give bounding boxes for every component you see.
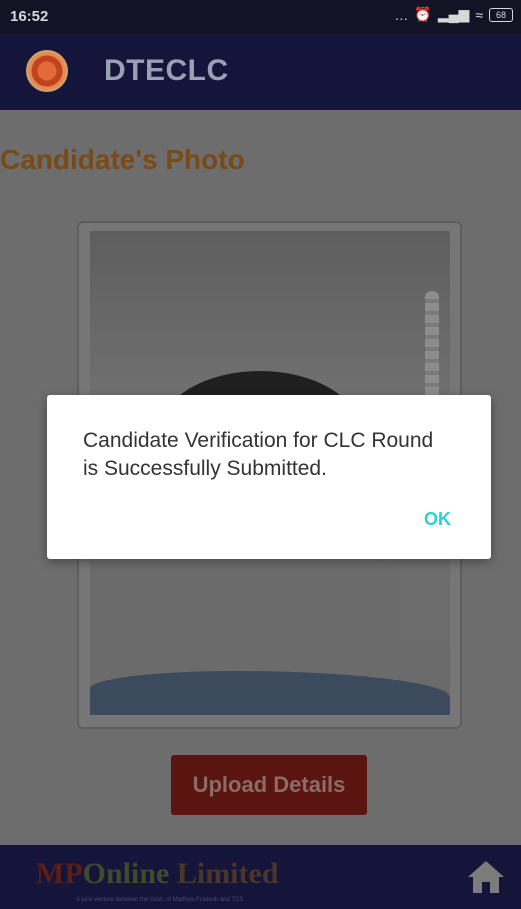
photo-detail <box>90 671 450 715</box>
app-bar: DTECLC <box>0 34 521 110</box>
status-time: 16:52 <box>10 8 49 25</box>
dialog-message: Candidate Verification for CLC Round is … <box>83 429 434 480</box>
app-title: DTECLC <box>104 54 229 87</box>
bottom-bar: MPOnline Limited A joint venture between… <box>0 845 521 909</box>
home-icon[interactable] <box>466 859 506 895</box>
more-dots-icon: … <box>394 6 409 23</box>
ok-button[interactable]: OK <box>418 505 457 534</box>
success-dialog: Candidate Verification for CLC Round is … <box>47 395 491 559</box>
wifi-icon: ≈ <box>475 6 483 23</box>
mponline-logo: MPOnline Limited <box>36 857 279 891</box>
emblem-logo <box>26 50 68 92</box>
status-icons: … ⏰ ▂▄▆ ≈ 68 <box>394 6 513 23</box>
signal-icon: ▂▄▆ <box>437 6 470 22</box>
page-title: Candidate's Photo <box>0 144 245 175</box>
logo-online-text: Online <box>82 857 170 890</box>
status-bar: 16:52 … ⏰ ▂▄▆ ≈ 68 <box>0 0 521 34</box>
logo-limited-text: Limited <box>169 857 279 890</box>
upload-details-button[interactable]: Upload Details <box>171 755 367 815</box>
alarm-icon: ⏰ <box>414 6 432 22</box>
logo-mp-text: MP <box>36 857 83 890</box>
footer-tagline: A joint venture between the Govt. of Mad… <box>76 897 244 903</box>
battery-icon: 68 <box>489 7 513 22</box>
